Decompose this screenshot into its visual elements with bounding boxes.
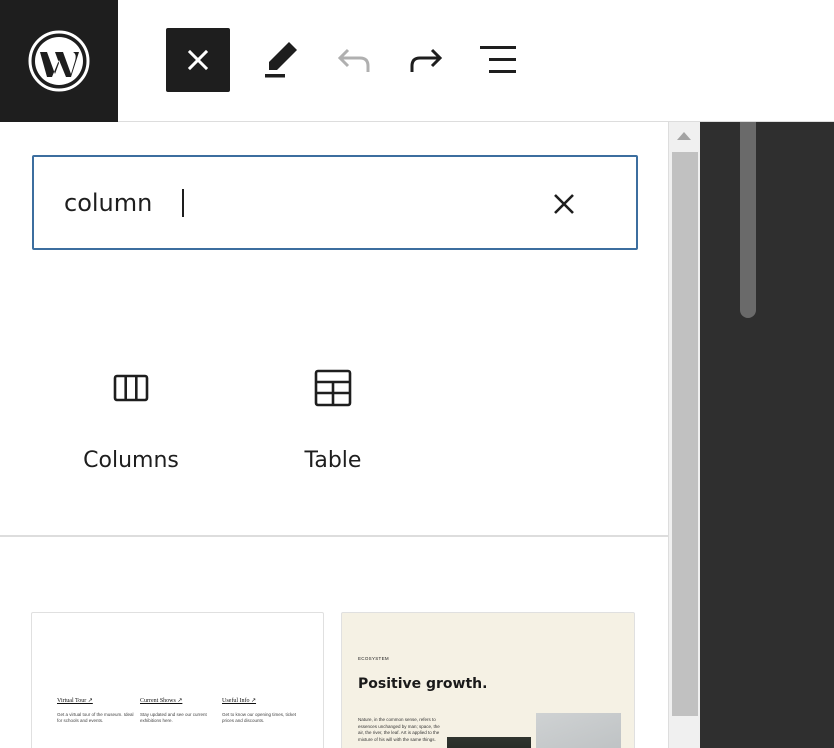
block-label: Table: [304, 448, 362, 473]
block-search-input[interactable]: [64, 185, 524, 221]
pattern-body: Nature, in the common sense, refers to e…: [358, 717, 440, 742]
table-icon: [314, 369, 352, 407]
pattern-column: Virtual Tour ↗ Get a virtual tour of the…: [57, 697, 135, 724]
inserter-scrollbar[interactable]: [668, 122, 700, 748]
scroll-up-arrow-icon[interactable]: [677, 132, 691, 140]
pattern-column-heading: Virtual Tour ↗: [57, 698, 93, 704]
pattern-column: Current Shows ↗ Stay updated and see our…: [140, 697, 218, 724]
columns-icon: [113, 374, 149, 402]
redo-icon: [410, 48, 443, 72]
undo-button[interactable]: [322, 28, 386, 92]
block-item-table[interactable]: Table: [248, 352, 418, 482]
undo-icon: [337, 48, 370, 72]
pattern-title: Positive growth.: [358, 676, 488, 692]
text-cursor: [182, 189, 184, 217]
close-inserter-button[interactable]: [166, 28, 230, 92]
close-icon: [187, 49, 209, 71]
search-clear-button[interactable]: [544, 184, 584, 224]
editor-canvas: [700, 122, 834, 748]
list-view-button[interactable]: [466, 28, 530, 92]
wordpress-logo-button[interactable]: [0, 0, 118, 122]
block-search: [32, 155, 638, 250]
pattern-preview-three-columns[interactable]: Virtual Tour ↗ Get a virtual tour of the…: [31, 612, 324, 748]
pattern-column-heading: Current Shows ↗: [140, 698, 183, 704]
pattern-column: Useful Info ↗ Get to know our opening ti…: [222, 697, 300, 724]
pattern-column-text: Get a virtual tour of the museum. Ideal …: [57, 712, 134, 723]
scrollbar-thumb[interactable]: [672, 152, 698, 716]
wordpress-logo-icon: [28, 30, 90, 92]
pattern-image: [447, 737, 531, 748]
redo-button[interactable]: [394, 28, 458, 92]
editor-header: [0, 0, 834, 122]
block-item-columns[interactable]: Columns: [46, 352, 216, 482]
pattern-column-text: Stay updated and see our current exhibit…: [140, 712, 207, 723]
block-label: Columns: [83, 448, 179, 473]
pattern-column-heading: Useful Info ↗: [222, 698, 257, 704]
pattern-preview-positive-growth[interactable]: ECOSYSTEM Positive growth. Nature, in th…: [341, 612, 635, 748]
pattern-column-text: Get to know our opening times, ticket pr…: [222, 712, 297, 723]
section-divider: [0, 535, 668, 537]
close-icon: [554, 194, 574, 214]
canvas-scrollbar-thumb[interactable]: [740, 122, 756, 318]
block-inserter-panel: Columns Table Virtual Tour ↗ Get a virtu…: [0, 122, 668, 748]
pattern-eyebrow: ECOSYSTEM: [358, 656, 389, 661]
pencil-icon: [265, 42, 297, 78]
pattern-image: [536, 713, 621, 748]
list-view-icon: [480, 46, 516, 73]
tools-button[interactable]: [250, 28, 314, 92]
